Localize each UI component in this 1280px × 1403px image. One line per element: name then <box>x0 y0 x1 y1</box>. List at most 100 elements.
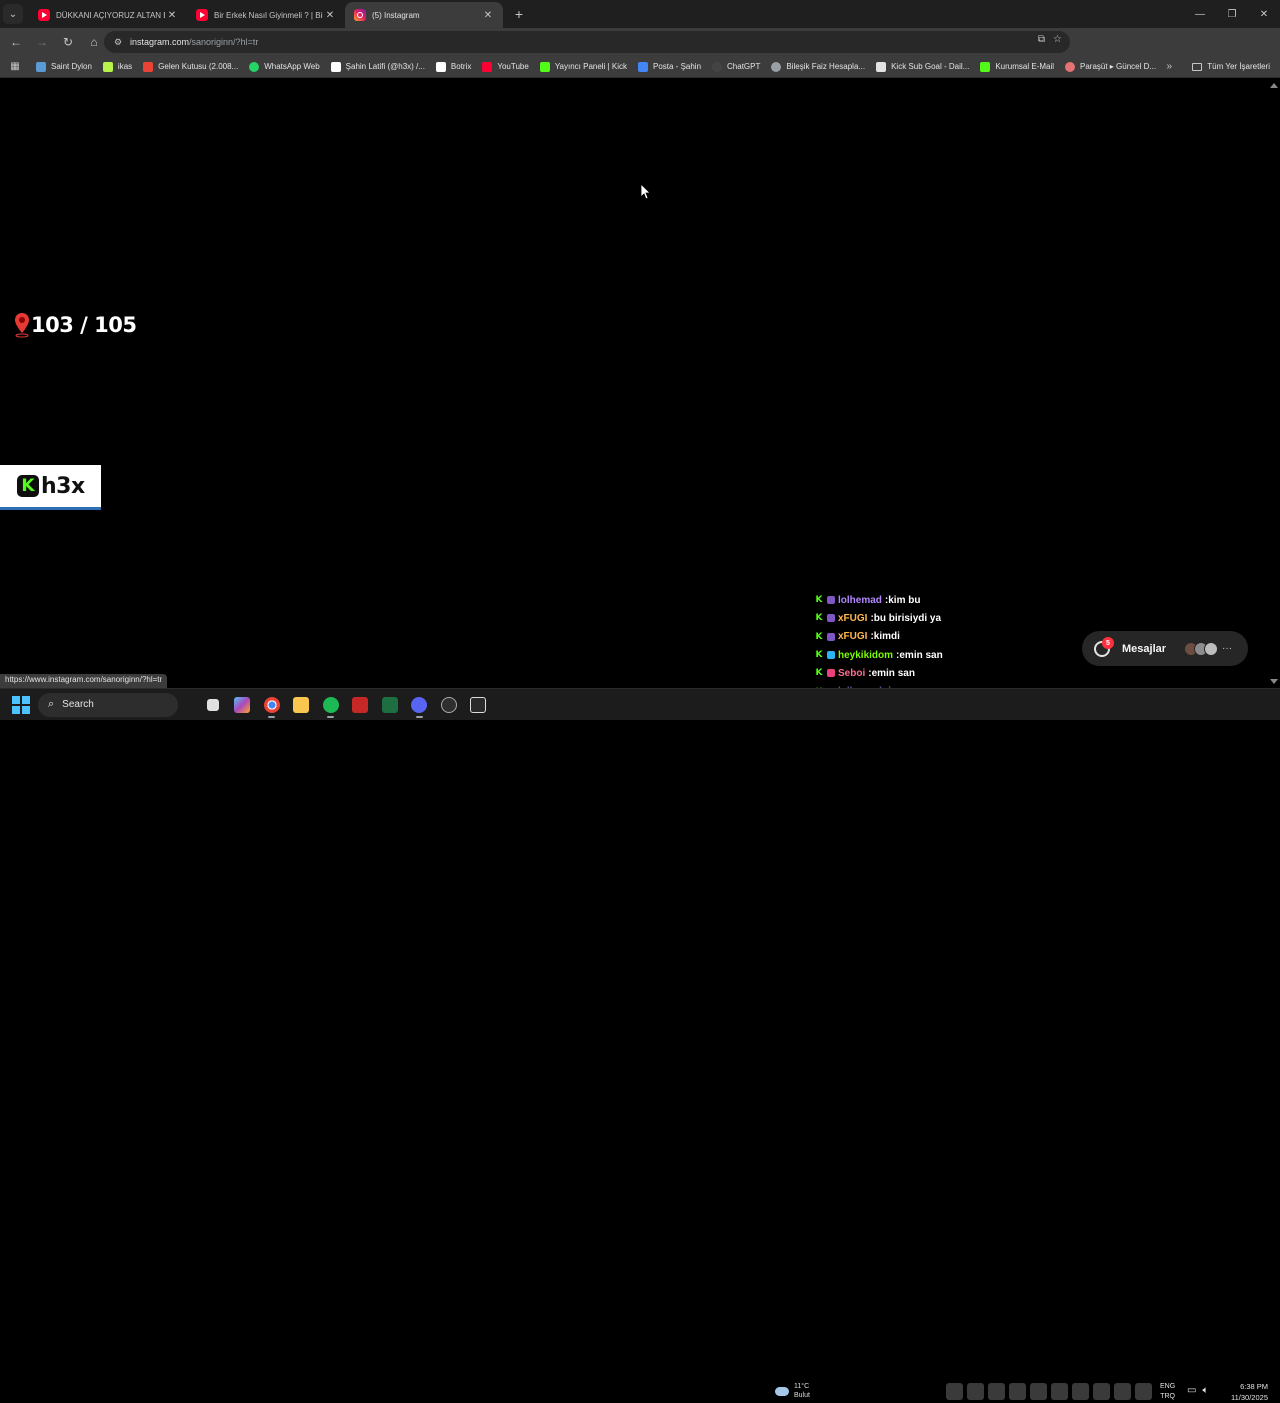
x-icon <box>330 61 341 72</box>
map-pin-icon <box>15 313 29 338</box>
more-bookmarks-icon[interactable]: » <box>1166 61 1172 72</box>
tab-search-button[interactable]: ⌄ <box>3 4 23 24</box>
system-tray <box>946 1383 1152 1400</box>
scroll-down-icon[interactable] <box>1270 679 1278 684</box>
bookmark-ikas[interactable]: ikas <box>102 61 132 72</box>
bookmark-label: Kick Sub Goal - Dail... <box>891 62 970 71</box>
clock[interactable]: 6:38 PM 11/30/2025 <box>1222 1381 1268 1403</box>
youtube-icon <box>38 9 50 21</box>
bookmark-saint-dylon[interactable]: Saint Dylon <box>36 61 92 72</box>
weather-widget[interactable]: 11°C Bulut <box>775 1382 810 1400</box>
new-tab-button[interactable]: + <box>507 6 531 22</box>
apps-grid-icon[interactable]: ▦ <box>6 61 24 72</box>
streamer-tag: K h3x <box>0 465 101 510</box>
microphone-icon[interactable] <box>1135 1383 1152 1400</box>
weather-temp: 11°C <box>794 1383 810 1390</box>
kick-icon: K <box>815 668 823 679</box>
reload-icon[interactable]: ↻ <box>56 30 80 54</box>
close-icon[interactable]: ✕ <box>481 10 495 21</box>
tray-app-icon[interactable] <box>988 1383 1005 1400</box>
page-scrollbar[interactable] <box>1268 79 1280 688</box>
media-app-icon[interactable] <box>346 691 376 719</box>
tray-app-icon[interactable] <box>967 1383 984 1400</box>
spotify-icon[interactable] <box>316 691 346 719</box>
windows-start-icon[interactable] <box>12 695 30 714</box>
chat-username: lolhemad <box>838 594 882 606</box>
parasut-icon <box>1065 61 1076 72</box>
kick-icon: K <box>815 595 823 606</box>
url-path: /sanoriginn/?hl=tr <box>189 37 259 47</box>
tray-app-icon[interactable] <box>1072 1383 1089 1400</box>
all-bookmarks-folder[interactable]: Tüm Yer İşaretleri <box>1192 62 1270 71</box>
clock-date: 11/30/2025 <box>1231 1393 1268 1402</box>
tray-app-icon[interactable] <box>1030 1383 1047 1400</box>
tray-app-icon[interactable] <box>1051 1383 1068 1400</box>
bookmark-faiz[interactable]: Bileşik Faiz Hesapla... <box>771 61 866 72</box>
back-icon[interactable]: ← <box>4 30 28 54</box>
obs-icon[interactable] <box>434 691 464 719</box>
tray-app-icon[interactable] <box>1093 1383 1110 1400</box>
scroll-up-icon[interactable] <box>1270 83 1278 88</box>
address-bar[interactable]: ⚙ instagram.com/sanoriginn/?hl=tr ⧉ ☆ <box>104 31 1070 53</box>
home-icon[interactable]: ⌂ <box>82 30 106 54</box>
bookmark-chatgpt[interactable]: ChatGPT <box>712 61 761 72</box>
search-placeholder: Search <box>62 699 94 710</box>
tray-app-icon[interactable] <box>1009 1383 1026 1400</box>
bookmark-kick-panel[interactable]: Yayıncı Paneli | Kick <box>539 61 627 72</box>
excel-icon[interactable] <box>375 691 405 719</box>
copilot-icon[interactable] <box>228 691 258 719</box>
file-explorer-icon[interactable] <box>287 691 317 719</box>
tab-youtube-2[interactable]: Bir Erkek Nasıl Giyinmeli ? | Birin ✕ <box>187 2 345 28</box>
chat-message: Kheykikidom: emin san <box>815 646 982 664</box>
subscriber-badge-icon <box>827 632 835 641</box>
maximize-icon[interactable]: ❐ <box>1216 0 1248 28</box>
forward-icon[interactable]: → <box>30 30 54 54</box>
taskbar-search[interactable]: ⌕ Search <box>38 692 178 717</box>
bookmark-botrix[interactable]: Botrix <box>435 61 471 72</box>
location-counter: 103 / 105 <box>14 312 137 338</box>
status-bar-url: https://www.instagram.com/sanoriginn/?hl… <box>0 674 168 688</box>
volume-icon: 🔈︎ <box>1202 1385 1209 1396</box>
bookmark-label: YouTube <box>497 62 529 71</box>
epic-games-icon[interactable] <box>464 691 494 719</box>
bookmark-label: Gelen Kutusu (2.008... <box>158 62 239 71</box>
bookmark-kick-sub-goal[interactable]: Kick Sub Goal - Dail... <box>876 61 970 72</box>
bookmark-youtube[interactable]: YouTube <box>482 61 529 72</box>
subscriber-badge-icon <box>827 651 835 660</box>
subscriber-badge-icon <box>827 614 835 623</box>
site-info-icon[interactable]: ⚙ <box>112 36 124 48</box>
language-indicator[interactable]: ENG TRQ <box>1160 1382 1175 1402</box>
bookmark-kurumsal-email[interactable]: Kurumsal E-Mail <box>980 61 1054 72</box>
bookmark-label: ChatGPT <box>727 62 761 71</box>
bookmark-star-icon[interactable]: ☆ <box>1053 34 1062 45</box>
bookmark-whatsapp[interactable]: WhatsApp Web <box>249 61 320 72</box>
chat-text: bu birisiydi ya <box>873 612 942 624</box>
bookmark-label: Posta - Şahin <box>653 62 702 71</box>
bookmark-parasut[interactable]: Paraşüt ▸ Güncel D... <box>1065 61 1156 72</box>
install-app-icon[interactable]: ⧉ <box>1038 34 1045 45</box>
bookmark-label: Bileşik Faiz Hesapla... <box>786 62 866 71</box>
close-window-icon[interactable]: ✕ <box>1248 0 1280 28</box>
youtube-icon <box>196 9 208 21</box>
bookmark-gmail[interactable]: Gelen Kutusu (2.008... <box>143 61 239 72</box>
close-icon[interactable]: ✕ <box>323 10 337 21</box>
outlook-icon <box>638 61 648 72</box>
tray-app-icon[interactable] <box>1114 1383 1131 1400</box>
tab-title: (5) Instagram <box>372 10 420 20</box>
close-icon[interactable]: ✕ <box>165 10 179 21</box>
bookmark-posta[interactable]: Posta - Şahin <box>638 61 702 72</box>
instagram-page <box>0 79 1268 688</box>
quick-settings[interactable]: ▭ 🔈︎ <box>1187 1385 1208 1396</box>
weather-text-block: 11°C Bulut <box>794 1382 810 1400</box>
chrome-icon[interactable] <box>257 691 287 719</box>
subscriber-badge-icon <box>827 596 835 605</box>
discord-icon[interactable] <box>405 691 435 719</box>
minimize-icon[interactable]: — <box>1184 0 1216 28</box>
task-view-icon[interactable] <box>198 691 228 719</box>
tab-youtube-1[interactable]: DÜKKANI AÇIYORUZ ALTAN BÜ ✕ <box>29 2 187 28</box>
bookmark-x[interactable]: Şahin Latifi (@h3x) /... <box>330 61 425 72</box>
calculator-icon <box>771 61 782 72</box>
tray-app-icon[interactable] <box>946 1383 963 1400</box>
lang-bottom: TRQ <box>1160 1393 1175 1400</box>
tab-instagram[interactable]: (5) Instagram ✕ <box>345 2 503 28</box>
